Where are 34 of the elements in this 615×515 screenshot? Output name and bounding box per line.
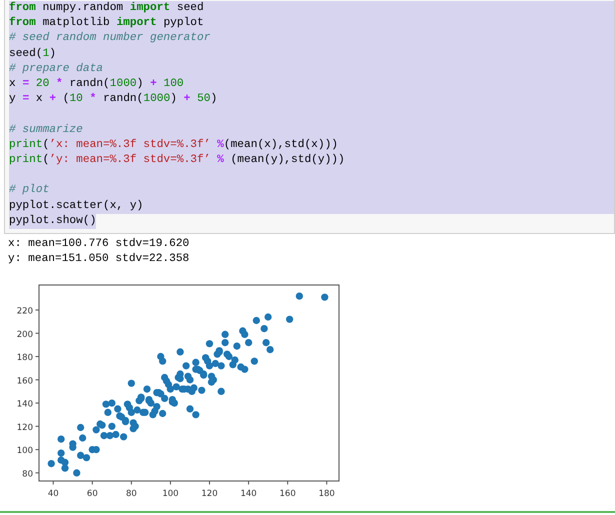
tick-mark [52, 480, 54, 486]
tick-label: 60 [86, 489, 98, 500]
tick-mark [287, 480, 288, 486]
tick-mark [35, 333, 40, 334]
tick-mark [248, 480, 250, 486]
tick-mark [35, 450, 40, 451]
tick-label: 80 [126, 489, 137, 500]
tick-label: 140 [16, 400, 33, 410]
tick-label: 80 [22, 470, 33, 480]
tick-mark [35, 472, 40, 474]
tick-mark [35, 310, 40, 311]
tick-label: 140 [240, 489, 257, 500]
tick-label: 180 [318, 489, 335, 500]
tick-label: 120 [16, 423, 33, 434]
output-text: y: mean=151.050 stdv=22.358 [8, 252, 190, 268]
tick-mark [326, 480, 328, 486]
tick-mark [130, 480, 132, 486]
tick-mark [92, 480, 93, 486]
tick-label: 220 [16, 306, 33, 317]
tick-mark [35, 380, 40, 381]
tick-label: 100 [16, 446, 33, 457]
tick-mark [35, 402, 40, 404]
tick-label: 200 [16, 330, 33, 340]
tick-label: 180 [16, 353, 33, 364]
tick-mark [209, 480, 210, 486]
output-text: x: mean=100.776 stdv=19.620 [8, 237, 190, 252]
tick-label: 40 [48, 489, 59, 500]
tick-label: 120 [201, 489, 218, 500]
tick-mark [35, 356, 40, 358]
tick-label: 160 [280, 489, 296, 500]
tick-mark [170, 480, 171, 486]
tick-label: 160 [16, 376, 33, 387]
tick-label: 100 [162, 489, 179, 500]
tick-mark [35, 426, 40, 428]
